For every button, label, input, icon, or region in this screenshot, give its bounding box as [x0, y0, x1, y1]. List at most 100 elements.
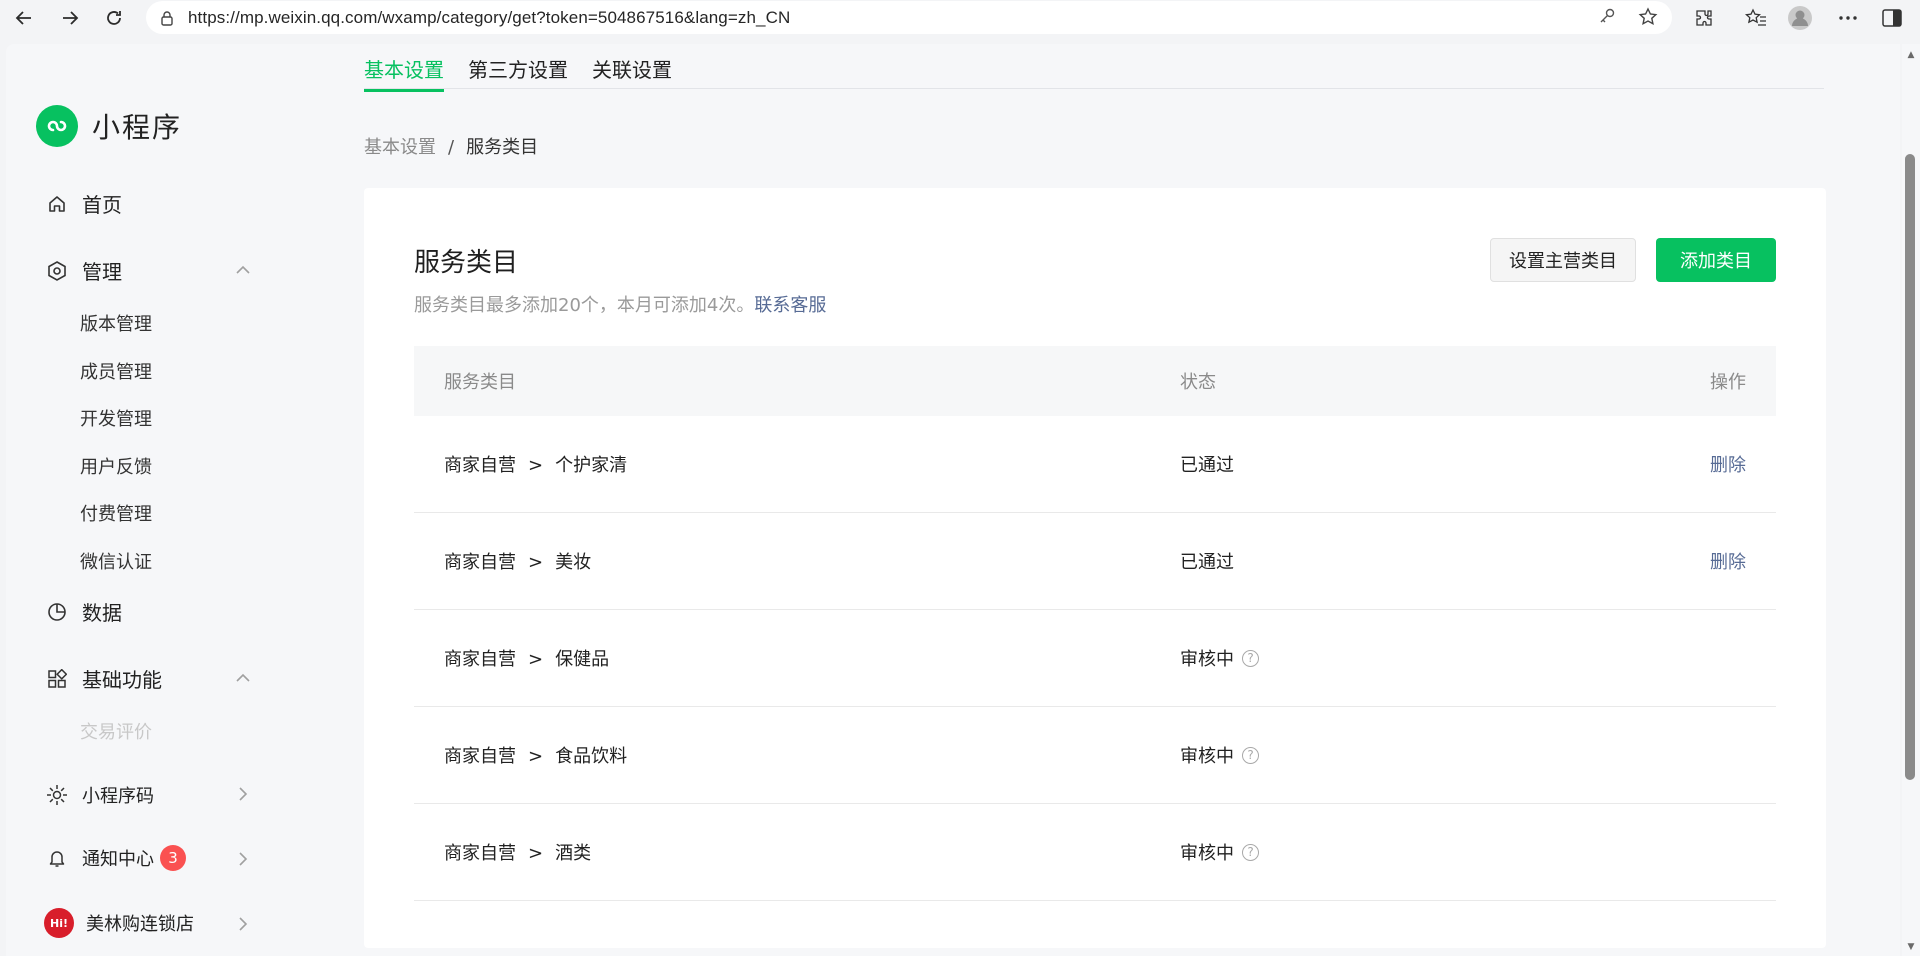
category-parent: 商家自营 [444, 843, 516, 864]
status-cell: 审核中? [1180, 839, 1259, 865]
pie-chart-icon [46, 601, 68, 623]
tab-third-party-settings[interactable]: 第三方设置 [468, 54, 568, 91]
chevron-up-icon[interactable] [234, 669, 252, 687]
sidebar-item-home[interactable]: 首页 [46, 189, 122, 218]
tab-basic-settings[interactable]: 基本设置 [364, 54, 444, 92]
help-question-icon[interactable]: ? [1242, 843, 1259, 861]
category-table: 服务类目 状态 操作 商家自营 > 个护家清 已通过 删除 商家自营 > 美妆 已通过 … [414, 346, 1776, 901]
sidebar-item-data[interactable]: 数据 [46, 597, 122, 626]
manage-settings-icon [46, 260, 68, 282]
scroll-down-arrow-icon[interactable]: ▼ [1906, 942, 1916, 952]
sidebar-item-qrcode[interactable]: 小程序码 [46, 782, 154, 808]
reload-icon[interactable] [100, 4, 128, 32]
breadcrumb-parent-link[interactable]: 基本设置 [364, 137, 436, 158]
status-text: 已通过 [1180, 552, 1234, 573]
browser-toolbar: https://mp.weixin.qq.com/wxamp/category/… [0, 0, 1920, 36]
sidebar-item-label: 数据 [82, 601, 122, 625]
status-cell: 审核中? [1180, 645, 1259, 671]
sidebar-subitem-dev[interactable]: 开发管理 [80, 405, 152, 431]
sidebar-subitem-certification[interactable]: 微信认证 [80, 548, 152, 574]
favorites-list-icon[interactable] [1742, 4, 1770, 32]
forward-icon[interactable] [56, 4, 84, 32]
category-separator: > [528, 455, 544, 476]
sidebar-item-label: 管理 [82, 260, 122, 284]
category-child: 个护家清 [555, 455, 628, 476]
category-separator: > [528, 552, 544, 573]
table-row: 商家自营 > 保健品 审核中? [414, 610, 1776, 707]
favorite-star-icon[interactable] [1638, 7, 1658, 31]
tab-related-settings[interactable]: 关联设置 [592, 54, 672, 91]
sidebar-subitem-feedback[interactable]: 用户反馈 [80, 453, 152, 479]
table-row: 商家自营 > 个护家清 已通过 删除 [414, 416, 1776, 513]
delete-link[interactable]: 删除 [1710, 548, 1746, 574]
category-separator: > [528, 843, 544, 864]
chevron-right-icon[interactable] [234, 785, 252, 803]
address-bar[interactable]: https://mp.weixin.qq.com/wxamp/category/… [146, 1, 1672, 34]
category-child: 食品饮料 [555, 746, 628, 767]
table-header: 服务类目 状态 操作 [414, 346, 1776, 416]
status-text: 审核中 [1180, 746, 1234, 767]
tabs-divider [364, 88, 1824, 89]
category-child: 酒类 [555, 843, 592, 864]
category-path: 商家自营 > 美妆 [444, 548, 591, 574]
delete-link[interactable]: 删除 [1710, 451, 1746, 477]
add-category-button[interactable]: 添加类目 [1656, 238, 1776, 282]
service-category-card: 服务类目 服务类目最多添加20个，本月可添加4次。联系客服 设置主营类目 添加类… [364, 188, 1826, 948]
category-child: 保健品 [555, 649, 610, 670]
category-path: 商家自营 > 酒类 [444, 839, 591, 865]
sidebar-subitem-payment[interactable]: 付费管理 [80, 500, 152, 526]
status-text: 已通过 [1180, 455, 1234, 476]
sidebar-item-manage[interactable]: 管理 [46, 256, 122, 285]
chevron-right-icon[interactable] [234, 850, 252, 868]
category-path: 商家自营 > 个护家清 [444, 451, 627, 477]
category-parent: 商家自营 [444, 455, 516, 476]
breadcrumb-separator: / [448, 137, 455, 158]
help-question-icon[interactable]: ? [1242, 649, 1259, 667]
back-icon[interactable] [10, 4, 38, 32]
sidebar-subitem-members[interactable]: 成员管理 [80, 358, 152, 384]
category-parent: 商家自营 [444, 552, 516, 573]
breadcrumb-current: 服务类目 [466, 137, 539, 158]
chevron-up-icon[interactable] [234, 261, 252, 279]
bell-icon [46, 847, 68, 869]
sidebar-item-basic-features[interactable]: 基础功能 [46, 664, 162, 693]
category-path: 商家自营 > 保健品 [444, 645, 609, 671]
category-parent: 商家自营 [444, 746, 516, 767]
sidebar-subitem-reviews[interactable]: 交易评价 [80, 718, 152, 744]
header-status: 状态 [1180, 372, 1216, 393]
card-description: 服务类目最多添加20个，本月可添加4次。联系客服 [414, 291, 826, 317]
category-separator: > [528, 649, 544, 670]
sidebar-subitem-version[interactable]: 版本管理 [80, 310, 152, 336]
profile-avatar-icon[interactable] [1786, 4, 1814, 32]
contact-support-link[interactable]: 联系客服 [754, 295, 826, 316]
app-logo[interactable]: 小程序 [36, 105, 182, 147]
sidebar-item-account-store[interactable]: Hi! 美林购连锁店 [44, 908, 194, 938]
status-cell: 审核中? [1180, 742, 1259, 768]
status-text: 审核中 [1180, 649, 1234, 670]
key-icon[interactable] [1598, 7, 1616, 31]
settings-tabs: 基本设置 第三方设置 关联设置 [364, 54, 696, 92]
home-icon [46, 193, 68, 215]
extensions-icon[interactable] [1690, 4, 1718, 32]
category-path: 商家自营 > 食品饮料 [444, 742, 627, 768]
notification-count-badge: 3 [160, 845, 186, 871]
sidebar-item-label: 通知中心 [82, 849, 154, 870]
lock-icon[interactable] [158, 9, 176, 27]
scrollbar-thumb[interactable] [1905, 154, 1915, 780]
grid-apps-icon [46, 668, 68, 690]
set-main-category-button[interactable]: 设置主营类目 [1490, 238, 1636, 282]
sidebar-item-notifications[interactable]: 通知中心 3 [46, 845, 186, 871]
header-action: 操作 [1710, 372, 1746, 393]
sidebar-item-label: 美林购连锁店 [86, 914, 194, 935]
url-text[interactable]: https://mp.weixin.qq.com/wxamp/category/… [188, 8, 790, 28]
sidebar-toggle-icon[interactable] [1878, 4, 1906, 32]
qrcode-sun-icon [46, 784, 68, 806]
store-avatar: Hi! [44, 908, 74, 938]
more-options-icon[interactable] [1834, 4, 1862, 32]
page-title: 服务类目 [414, 248, 519, 278]
help-question-icon[interactable]: ? [1242, 746, 1259, 764]
scroll-up-arrow-icon[interactable]: ▲ [1906, 50, 1916, 60]
sidebar-item-label: 小程序码 [82, 786, 154, 807]
chevron-right-icon[interactable] [234, 915, 252, 933]
sidebar-item-label: 首页 [82, 193, 122, 217]
